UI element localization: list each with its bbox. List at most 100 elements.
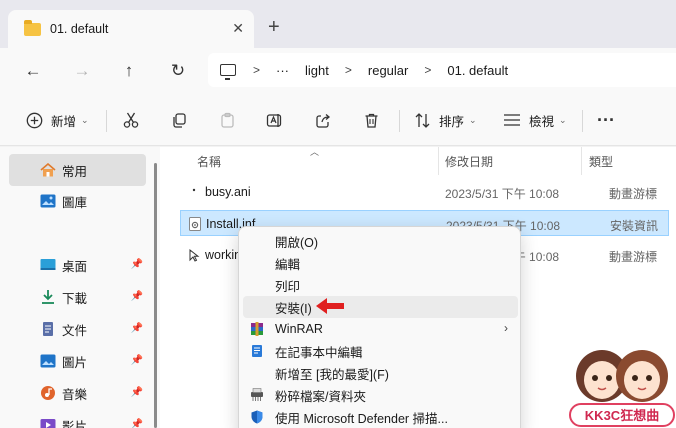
menu-item-defender-scan[interactable]: 使用 Microsoft Defender 掃描... (243, 406, 518, 428)
chevron-down-icon: ⌄ (81, 114, 89, 125)
menu-item-shred[interactable]: 粉碎檔案/資料夾 (243, 384, 518, 406)
sidebar-item-label: 圖片 (62, 355, 88, 370)
watermark-text: KK3C狂想曲 (585, 408, 659, 423)
kk3c-watermark-logo: KK3C狂想曲 (569, 350, 675, 427)
sidebar-item-downloads[interactable]: 下載 📌 (9, 281, 146, 313)
pin-icon[interactable]: 📌 (131, 419, 143, 428)
delete-button[interactable] (363, 108, 380, 132)
plus-circle-icon (26, 112, 43, 128)
breadcrumb-separator[interactable]: > (424, 63, 431, 77)
table-row[interactable]: busy.ani 2023/5/31 下午 10:08 動畫游標 (180, 179, 669, 205)
new-tab-button[interactable]: + (268, 17, 280, 37)
breadcrumb-light[interactable]: light (305, 63, 329, 78)
sidebar-item-home[interactable]: 常用 (9, 154, 146, 186)
this-pc-icon[interactable] (220, 64, 236, 80)
tab-title: 01. default (50, 22, 109, 36)
sidebar-scrollbar[interactable] (154, 163, 157, 428)
file-type: 動畫游標 (609, 250, 658, 264)
sidebar-item-label: 圖庫 (62, 195, 88, 210)
pin-icon[interactable]: 📌 (131, 323, 143, 334)
menu-item-print[interactable]: 列印 (243, 274, 518, 296)
refresh-button[interactable]: ↻ (166, 59, 190, 83)
sidebar-item-videos[interactable]: 影片 📌 (9, 409, 146, 428)
sidebar-item-label: 常用 (62, 164, 88, 179)
paste-button[interactable] (219, 108, 236, 132)
menu-item-label: 在記事本中編輯 (275, 345, 363, 360)
divider (106, 110, 107, 132)
view-label: 檢視 (529, 114, 555, 129)
sort-ascending-icon: ︿ (310, 147, 320, 157)
column-header-name[interactable]: 名稱 (197, 153, 221, 170)
menu-item-label: 編輯 (275, 257, 301, 272)
breadcrumb-regular[interactable]: regular (368, 63, 408, 78)
up-button[interactable]: ↑ (117, 59, 141, 83)
animated-cursor-file-icon (192, 188, 196, 192)
pin-icon[interactable]: 📌 (131, 355, 143, 366)
rename-button[interactable] (266, 108, 284, 132)
column-divider[interactable] (438, 147, 439, 175)
menu-item-label: 使用 Microsoft Defender 掃描... (275, 411, 448, 426)
setup-information-file-icon (189, 217, 201, 231)
sidebar-item-label: 文件 (62, 323, 88, 338)
file-name: busy.ani (205, 185, 251, 199)
breadcrumb-current[interactable]: 01. default (447, 63, 508, 78)
copy-button[interactable] (171, 108, 188, 132)
menu-item-label: 開啟(O) (275, 235, 319, 250)
new-button[interactable]: 新增 ⌄ (26, 108, 89, 132)
sidebar-item-pictures[interactable]: 圖片 📌 (9, 345, 146, 377)
more-icon: ··· (597, 109, 615, 130)
divider (582, 110, 583, 132)
title-bar: 01. default ✕ + (0, 0, 676, 48)
menu-item-edit[interactable]: 編輯 (243, 252, 518, 274)
divider (399, 110, 400, 132)
address-bar[interactable]: > ··· light > regular > 01. default (208, 53, 676, 87)
winrar-icon (251, 322, 263, 336)
menu-item-label: 粉碎檔案/資料夾 (275, 389, 366, 404)
document-icon (43, 322, 53, 336)
sidebar-item-gallery[interactable]: 圖庫 (9, 185, 146, 217)
breadcrumb-separator[interactable]: > (345, 63, 352, 77)
back-button[interactable]: ← (21, 59, 45, 83)
menu-item-label: 新增至 [我的最愛](F) (275, 367, 389, 382)
sidebar-item-desktop[interactable]: 桌面 📌 (9, 249, 146, 281)
menu-item-edit-in-notepad[interactable]: 在記事本中編輯 (243, 340, 518, 362)
column-header-date[interactable]: 修改日期 (445, 153, 493, 170)
scissors-icon (123, 112, 139, 128)
forward-button[interactable]: → (70, 59, 94, 83)
tab-01-default[interactable]: 01. default ✕ (8, 10, 254, 48)
menu-item-install[interactable]: 安裝(I) (243, 296, 518, 318)
pin-icon[interactable]: 📌 (131, 259, 143, 270)
red-arrow-annotation-icon (316, 298, 344, 314)
menu-item-winrar[interactable]: WinRAR › (243, 318, 518, 340)
home-icon (40, 163, 56, 177)
sort-icon (415, 112, 430, 128)
breadcrumb-overflow[interactable]: ··· (276, 63, 289, 78)
sort-button[interactable]: 排序 ⌄ (414, 108, 477, 132)
share-button[interactable] (315, 108, 332, 132)
folder-icon (24, 19, 41, 36)
shield-icon (251, 410, 263, 424)
animated-cursor-file-icon (189, 248, 200, 262)
more-options-button[interactable]: ··· (597, 108, 615, 132)
cut-button[interactable] (122, 108, 140, 132)
sidebar-item-music[interactable]: 音樂 📌 (9, 377, 146, 409)
notepad-icon (252, 345, 262, 357)
view-button[interactable]: 檢視 ⌄ (503, 108, 567, 132)
menu-item-open[interactable]: 開啟(O) (243, 230, 518, 252)
pin-icon[interactable]: 📌 (131, 291, 143, 302)
desktop-icon (40, 259, 56, 270)
column-header-type[interactable]: 類型 (589, 153, 613, 170)
pin-icon[interactable]: 📌 (131, 387, 143, 398)
download-icon (42, 290, 54, 304)
sidebar-item-documents[interactable]: 文件 📌 (9, 313, 146, 345)
sidebar-item-label: 音樂 (62, 387, 88, 402)
shredder-icon (251, 388, 263, 401)
column-divider[interactable] (581, 147, 582, 175)
menu-item-add-to-favorites[interactable]: 新增至 [我的最愛](F) (243, 362, 518, 384)
close-tab-icon[interactable]: ✕ (232, 20, 244, 37)
sort-label: 排序 (439, 114, 465, 129)
submenu-arrow-icon: › (504, 321, 508, 335)
context-menu: 開啟(O) 編輯 列印 安裝(I) WinRAR › 在記事本中編輯 新增至 [… (238, 226, 521, 428)
breadcrumb-separator[interactable]: > (253, 63, 260, 77)
rename-icon (266, 113, 282, 127)
